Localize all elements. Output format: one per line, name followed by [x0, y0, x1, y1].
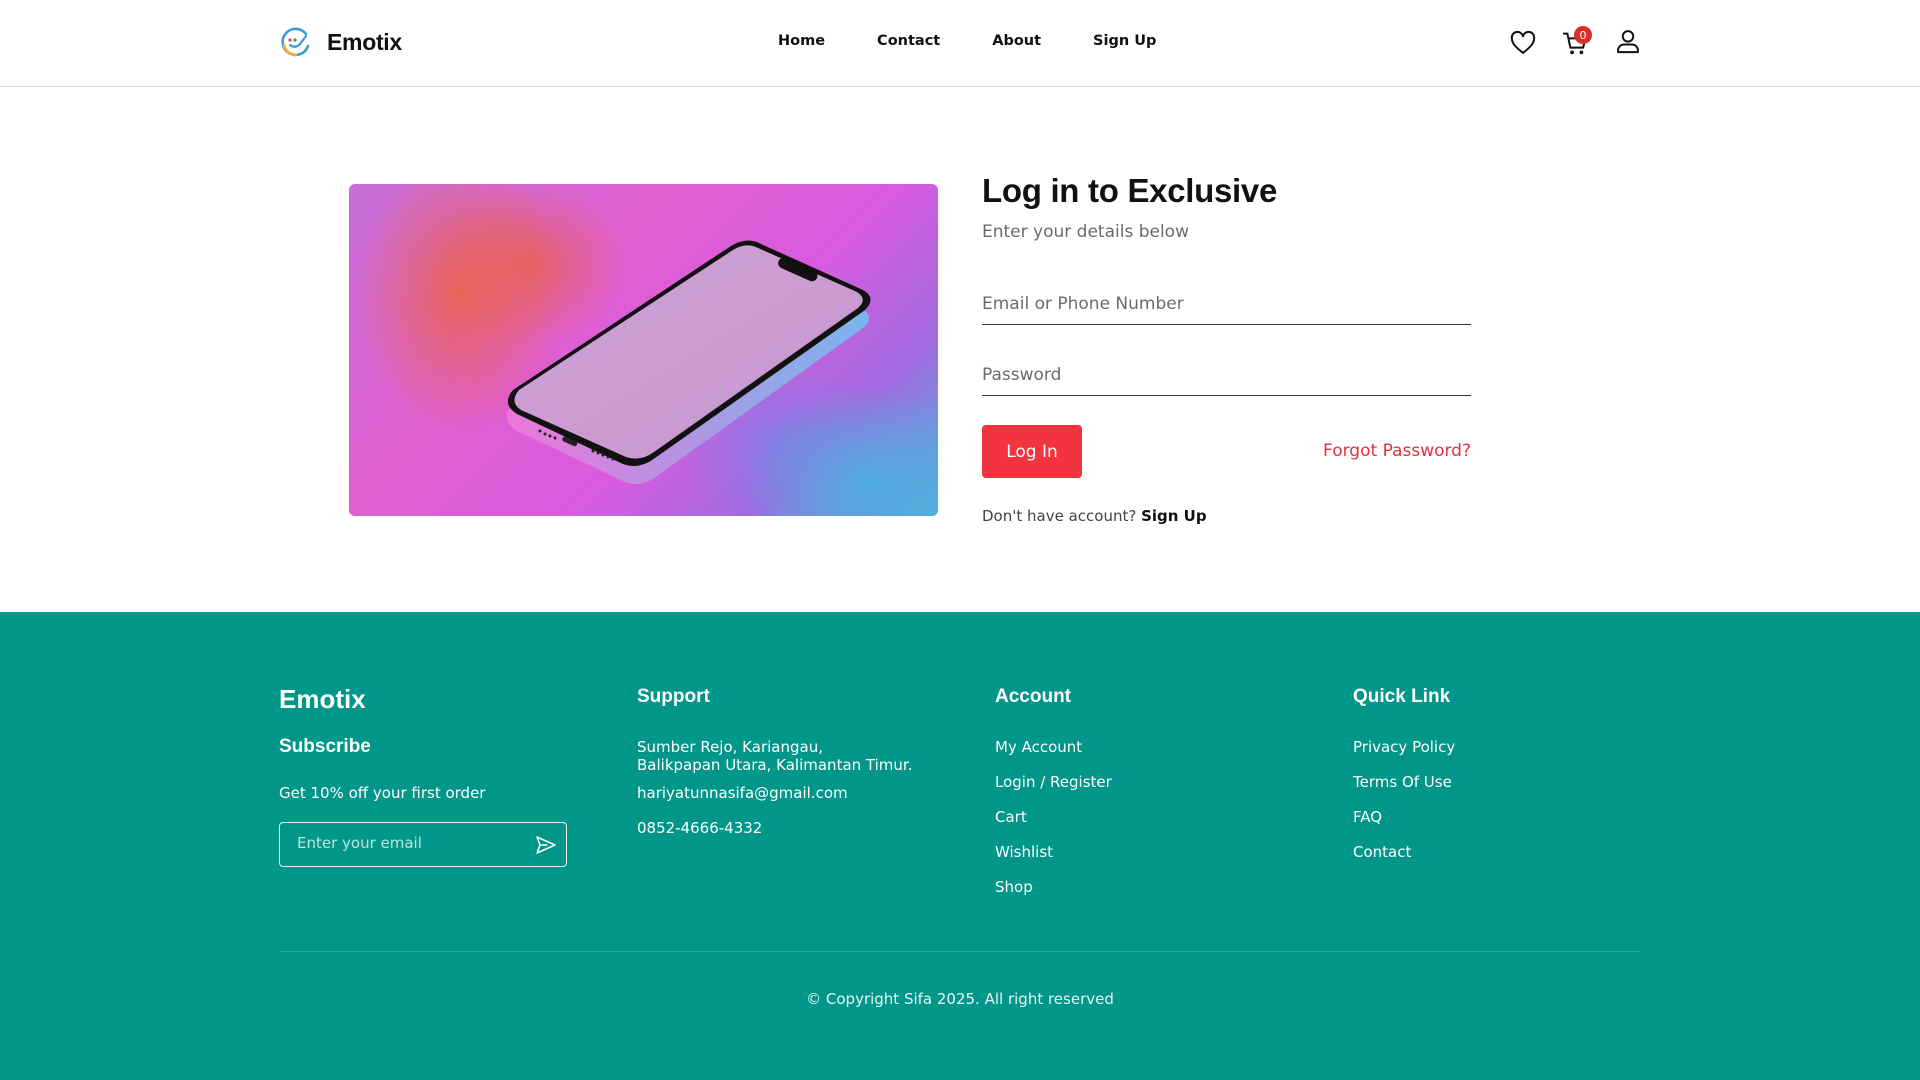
support-address-line-1: Sumber Rejo, Kariangau, — [637, 738, 823, 756]
quick-link-title: Quick Link — [1353, 686, 1451, 707]
account-link-login-register[interactable]: Login / Register — [995, 773, 1112, 791]
account-link-shop[interactable]: Shop — [995, 878, 1112, 896]
sign-up-link[interactable]: Sign Up — [1141, 507, 1207, 525]
password-input[interactable] — [982, 365, 1471, 396]
support-address-line-2: Balikpapan Utara, Kalimantan Timur. — [637, 756, 913, 774]
account-link-my-account[interactable]: My Account — [995, 738, 1112, 756]
support-phone[interactable]: 0852-4666-4332 — [637, 819, 912, 837]
account-link-wishlist[interactable]: Wishlist — [995, 843, 1112, 861]
account-list: My Account Login / Register Cart Wishlis… — [995, 738, 1112, 913]
quick-link-list: Privacy Policy Terms Of Use FAQ Contact — [1353, 738, 1455, 878]
email-or-phone-input[interactable] — [982, 294, 1471, 325]
login-title: Log in to Exclusive — [982, 172, 1278, 209]
subscribe-email-input[interactable] — [297, 834, 517, 852]
nav-contact[interactable]: Contact — [877, 33, 940, 49]
login-button[interactable]: Log In — [982, 425, 1082, 478]
hero-phone-image — [349, 184, 938, 516]
no-account-text: Don't have account? — [982, 507, 1137, 525]
subscribe-text: Get 10% off your first order — [279, 784, 486, 802]
login-subtitle: Enter your details below — [982, 222, 1189, 242]
nav-about[interactable]: About — [992, 33, 1041, 49]
user-icon[interactable] — [1614, 27, 1642, 55]
cart-count-badge: 0 — [1574, 26, 1592, 44]
logo[interactable]: Emotix — [279, 25, 402, 59]
site-header: Emotix Home Contact About Sign Up 0 — [0, 0, 1920, 87]
quick-link-privacy-policy[interactable]: Privacy Policy — [1353, 738, 1455, 756]
support-address: Sumber Rejo, Kariangau, Balikpapan Utara,… — [637, 738, 912, 774]
footer-brand: Emotix — [279, 684, 366, 714]
account-title: Account — [995, 686, 1071, 707]
copyright-text: © Copyright Sifa 2025. All right reserve… — [806, 990, 1114, 1008]
logo-icon — [281, 27, 310, 57]
subscribe-title: Subscribe — [279, 736, 371, 757]
support-email[interactable]: hariyatunnasifa@gmail.com — [637, 784, 912, 802]
quick-link-terms-of-use[interactable]: Terms Of Use — [1353, 773, 1455, 791]
quick-link-faq[interactable]: FAQ — [1353, 808, 1455, 826]
nav-sign-up[interactable]: Sign Up — [1093, 33, 1156, 49]
login-form: Log in to Exclusive Enter your details b… — [982, 172, 1471, 525]
brand-name: Emotix — [327, 28, 402, 55]
no-account-prompt: Don't have account? Sign Up — [982, 507, 1207, 525]
account-link-cart[interactable]: Cart — [995, 808, 1112, 826]
support-title: Support — [637, 686, 710, 707]
subscribe-email-box — [279, 822, 567, 867]
footer-divider — [279, 951, 1641, 952]
site-footer: Emotix Subscribe Get 10% off your first … — [0, 612, 1920, 1080]
main-nav: Home Contact About Sign Up — [778, 33, 1156, 49]
heart-icon[interactable] — [1509, 29, 1537, 57]
support-list: Sumber Rejo, Kariangau, Balikpapan Utara,… — [637, 738, 912, 854]
send-icon[interactable] — [534, 833, 558, 857]
nav-home[interactable]: Home — [778, 33, 825, 49]
phone-illustration — [506, 240, 871, 484]
quick-link-contact[interactable]: Contact — [1353, 843, 1455, 861]
forgot-password-link[interactable]: Forgot Password? — [1323, 441, 1471, 461]
